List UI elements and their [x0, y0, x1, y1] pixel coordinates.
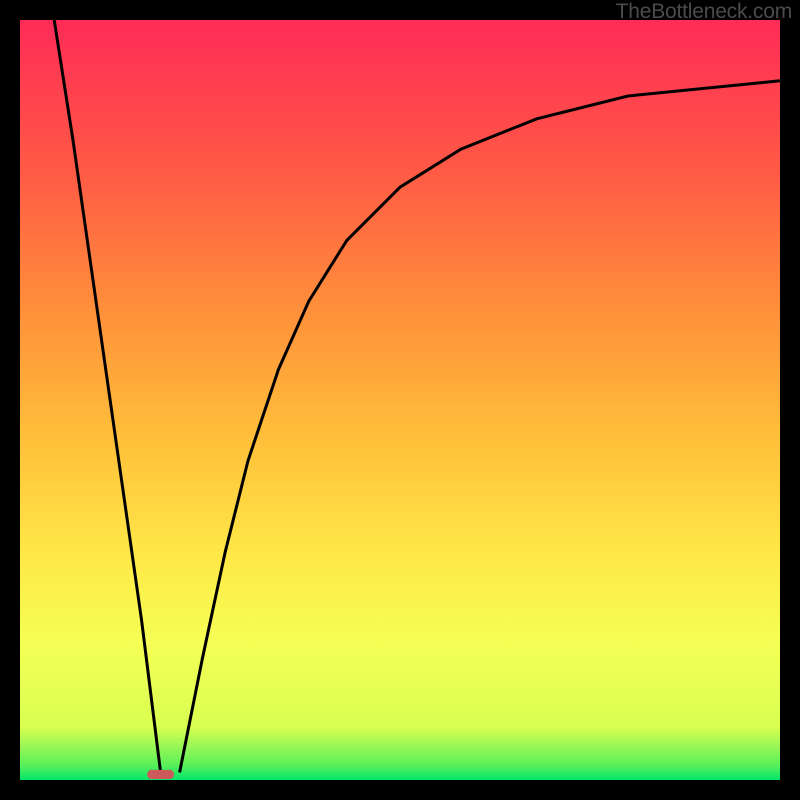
watermark-text: TheBottleneck.com — [616, 0, 792, 24]
chart-frame: TheBottleneck.com — [0, 0, 800, 800]
curve-right-branch — [180, 81, 780, 773]
minimum-marker — [147, 770, 174, 779]
curve-left-branch — [54, 20, 160, 772]
chart-svg — [0, 0, 800, 800]
